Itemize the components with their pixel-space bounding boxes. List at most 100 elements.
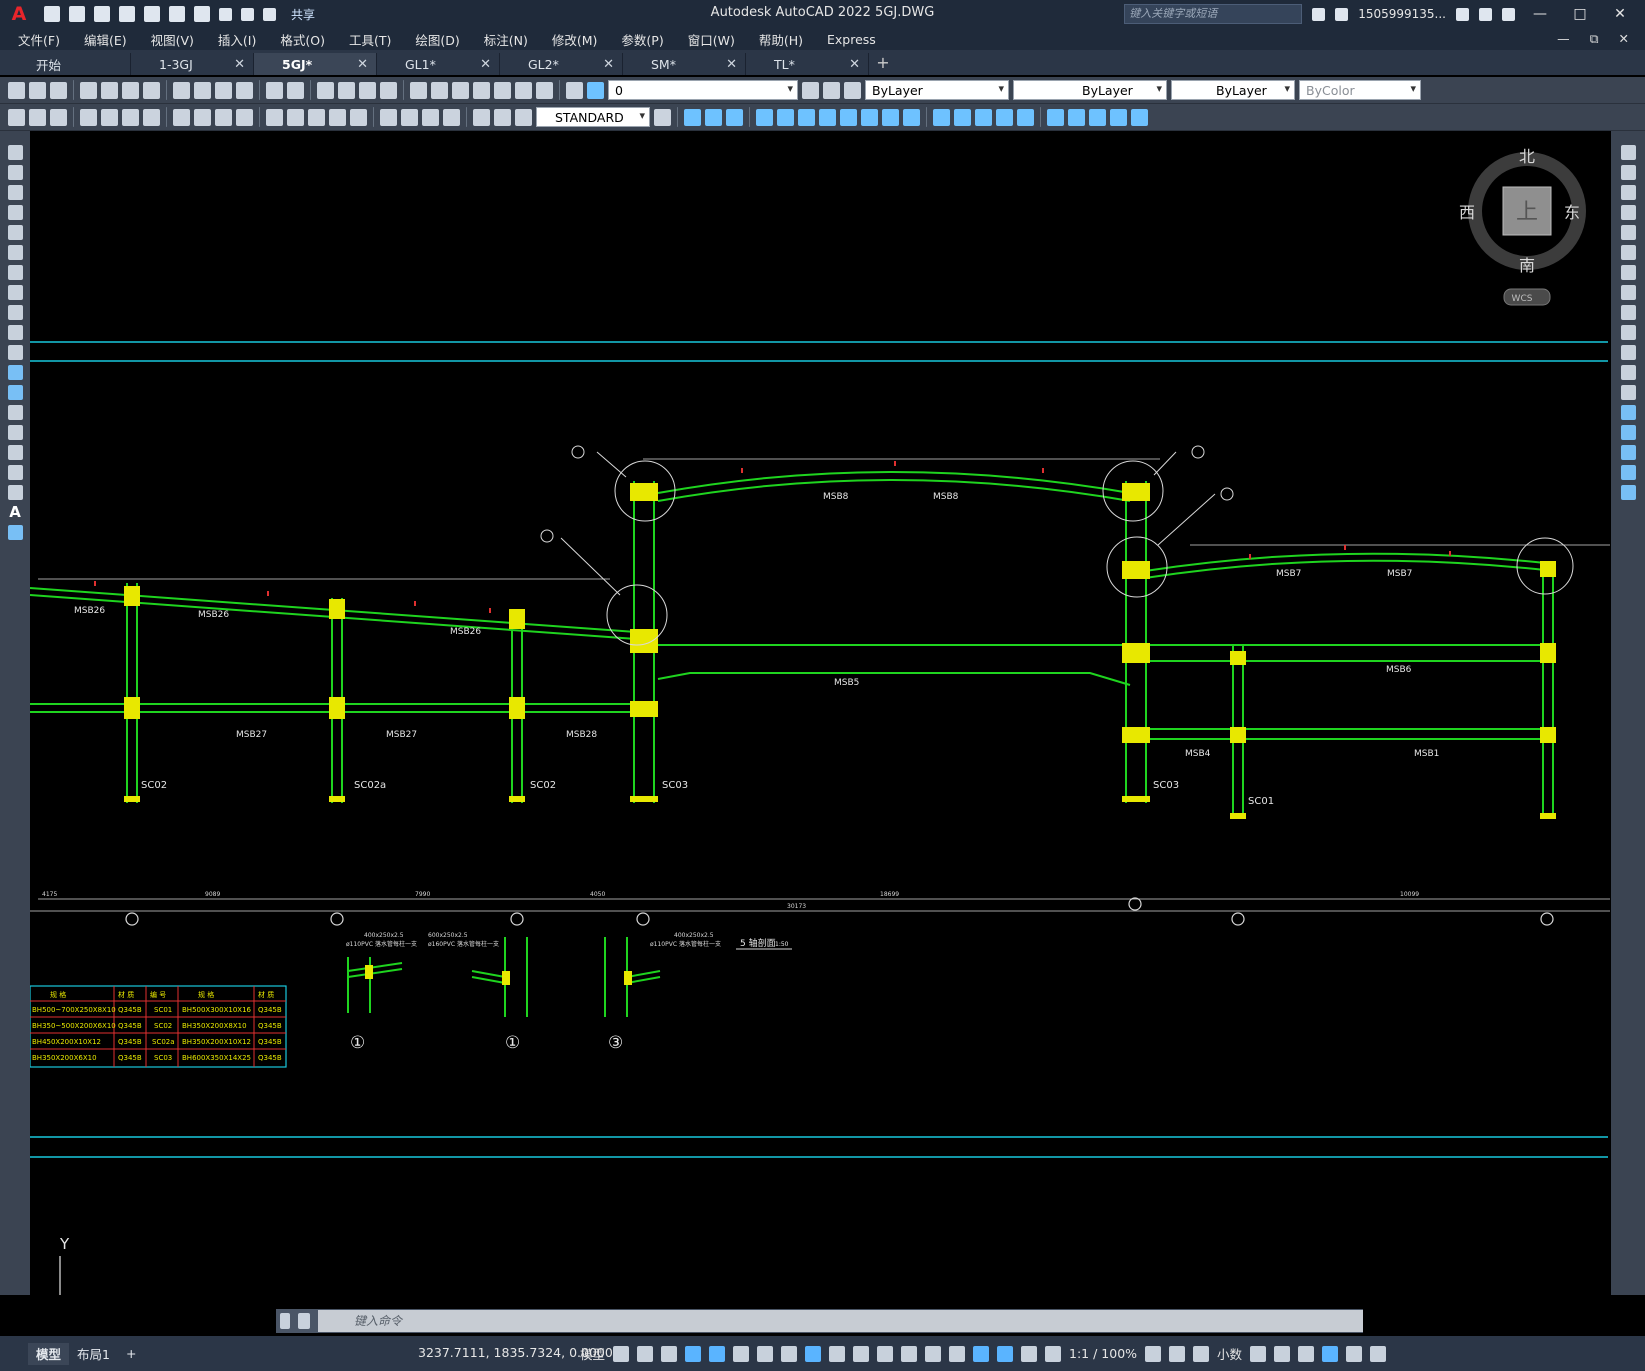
tab-close-icon[interactable]: ✕	[726, 57, 737, 72]
user-account[interactable]: 1505999135...	[1358, 7, 1446, 21]
region-icon[interactable]	[7, 465, 23, 480]
cylinder-icon[interactable]	[705, 108, 722, 126]
transparency-icon[interactable]	[853, 1345, 870, 1362]
new-file-icon[interactable]	[44, 6, 60, 22]
command-input[interactable]: 键入命令	[318, 1310, 1363, 1332]
redo-icon[interactable]	[241, 7, 254, 21]
save-icon[interactable]	[94, 6, 110, 22]
imprint-icon[interactable]	[1017, 108, 1034, 126]
dynamic-ucs-icon[interactable]	[925, 1345, 942, 1362]
angular-dim-icon[interactable]	[236, 108, 253, 126]
workspace-gear-icon[interactable]	[1145, 1345, 1162, 1362]
revcloud-icon[interactable]	[7, 285, 23, 300]
quick-dim-icon[interactable]	[266, 108, 283, 126]
close-button[interactable]: ✕	[1605, 6, 1635, 22]
tab-close-icon[interactable]: ✕	[480, 57, 491, 72]
mtext-icon[interactable]: A	[8, 505, 23, 520]
pan-icon[interactable]	[317, 81, 334, 99]
interfere-icon[interactable]	[903, 108, 920, 126]
plotstyle-dropdown[interactable]: ByColor	[1299, 80, 1421, 100]
line-icon[interactable]	[7, 145, 23, 160]
spline-icon[interactable]	[7, 305, 23, 320]
stretch-icon[interactable]	[1620, 305, 1636, 320]
tab-gl2[interactable]: GL2* ✕	[500, 53, 623, 75]
autodesk-app-icon[interactable]	[1479, 7, 1492, 21]
share-button[interactable]: 共享	[291, 6, 315, 23]
loft-icon[interactable]	[840, 108, 857, 126]
design-center-icon[interactable]	[431, 81, 448, 99]
copy-icon[interactable]	[194, 81, 211, 99]
search-icon[interactable]	[1312, 7, 1326, 21]
tab-close-icon[interactable]: ✕	[357, 57, 368, 72]
auto-scale-icon[interactable]	[1021, 1345, 1038, 1362]
minimize-button[interactable]: —	[1525, 6, 1555, 22]
view-front-icon[interactable]	[1068, 108, 1085, 126]
presspull-icon[interactable]	[777, 108, 794, 126]
dim-style-manager-icon[interactable]	[654, 108, 671, 126]
units-icon[interactable]	[1193, 1345, 1210, 1362]
view-iso-icon[interactable]	[1110, 108, 1127, 126]
explode-icon[interactable]	[1620, 485, 1636, 500]
clean-icon[interactable]	[996, 108, 1013, 126]
add-layout-button[interactable]: +	[118, 1343, 144, 1365]
tolerance-icon[interactable]	[380, 108, 397, 126]
array-icon[interactable]	[1620, 225, 1636, 240]
save-as-icon[interactable]	[119, 6, 135, 22]
calculator-icon[interactable]	[515, 81, 532, 99]
layer-properties-icon[interactable]	[566, 81, 583, 99]
selection-filter-icon[interactable]	[949, 1345, 966, 1362]
extrude-icon[interactable]	[756, 108, 773, 126]
sweep-icon[interactable]	[798, 108, 815, 126]
help-search-input[interactable]: 键入关键字或短语	[1124, 4, 1303, 24]
make-current-layer-icon[interactable]	[802, 81, 819, 99]
scale-icon[interactable]	[1620, 285, 1636, 300]
menu-tools[interactable]: 工具(T)	[349, 30, 391, 49]
tab-close-icon[interactable]: ✕	[849, 57, 860, 72]
polar-tracking-icon[interactable]	[733, 1345, 750, 1362]
slice-icon[interactable]	[861, 108, 878, 126]
dim-break-icon[interactable]	[350, 108, 367, 126]
tab-model[interactable]: 模型	[28, 1342, 70, 1365]
annotation-monitor-icon[interactable]	[1169, 1345, 1186, 1362]
gizmo-icon[interactable]	[973, 1345, 990, 1362]
properties-icon[interactable]	[410, 81, 427, 99]
view-top-icon[interactable]	[1047, 108, 1064, 126]
plot-icon[interactable]	[194, 6, 210, 22]
model-space-toggle[interactable]: 模型	[580, 1344, 605, 1363]
radius-dim-icon[interactable]	[173, 108, 190, 126]
plot-preview-icon[interactable]	[101, 81, 118, 99]
user-icon[interactable]	[1335, 7, 1349, 21]
polygon-icon[interactable]	[7, 205, 23, 220]
zoom-realtime-icon[interactable]	[338, 81, 355, 99]
shell-icon[interactable]	[954, 108, 971, 126]
draw-order-icon[interactable]	[29, 108, 46, 126]
rectangle-icon[interactable]	[7, 225, 23, 240]
union-icon[interactable]	[726, 108, 743, 126]
offset-icon[interactable]	[1620, 205, 1636, 220]
dim-style-dropdown[interactable]: STANDARD	[536, 107, 650, 127]
lineweight-icon[interactable]	[829, 1345, 846, 1362]
customization-icon[interactable]	[1370, 1345, 1387, 1362]
menu-dimension[interactable]: 标注(N)	[484, 30, 528, 49]
arc-length-icon[interactable]	[122, 108, 139, 126]
fillet-icon[interactable]	[1620, 445, 1636, 460]
menu-format[interactable]: 格式(O)	[280, 30, 325, 49]
markup-icon[interactable]	[494, 81, 511, 99]
zoom-previous-icon[interactable]	[380, 81, 397, 99]
view-camera-icon[interactable]	[1131, 108, 1148, 126]
arc-icon[interactable]	[7, 245, 23, 260]
solid-edit-icon[interactable]	[933, 108, 950, 126]
menu-view[interactable]: 视图(V)	[151, 30, 194, 49]
ellipse-icon[interactable]	[7, 325, 23, 340]
ellipse-arc-icon[interactable]	[7, 345, 23, 360]
annotation-visibility-icon[interactable]	[997, 1345, 1014, 1362]
aligned-dim-icon[interactable]	[101, 108, 118, 126]
tool-palettes-icon[interactable]	[452, 81, 469, 99]
diameter-dim-icon[interactable]	[215, 108, 232, 126]
make-block-icon[interactable]	[7, 385, 23, 400]
units-value[interactable]: 小数	[1217, 1344, 1242, 1363]
revolve-icon[interactable]	[819, 108, 836, 126]
close-command-line-icon[interactable]	[280, 1313, 290, 1329]
redo-icon[interactable]	[287, 81, 304, 99]
match-properties-icon[interactable]	[236, 81, 253, 99]
